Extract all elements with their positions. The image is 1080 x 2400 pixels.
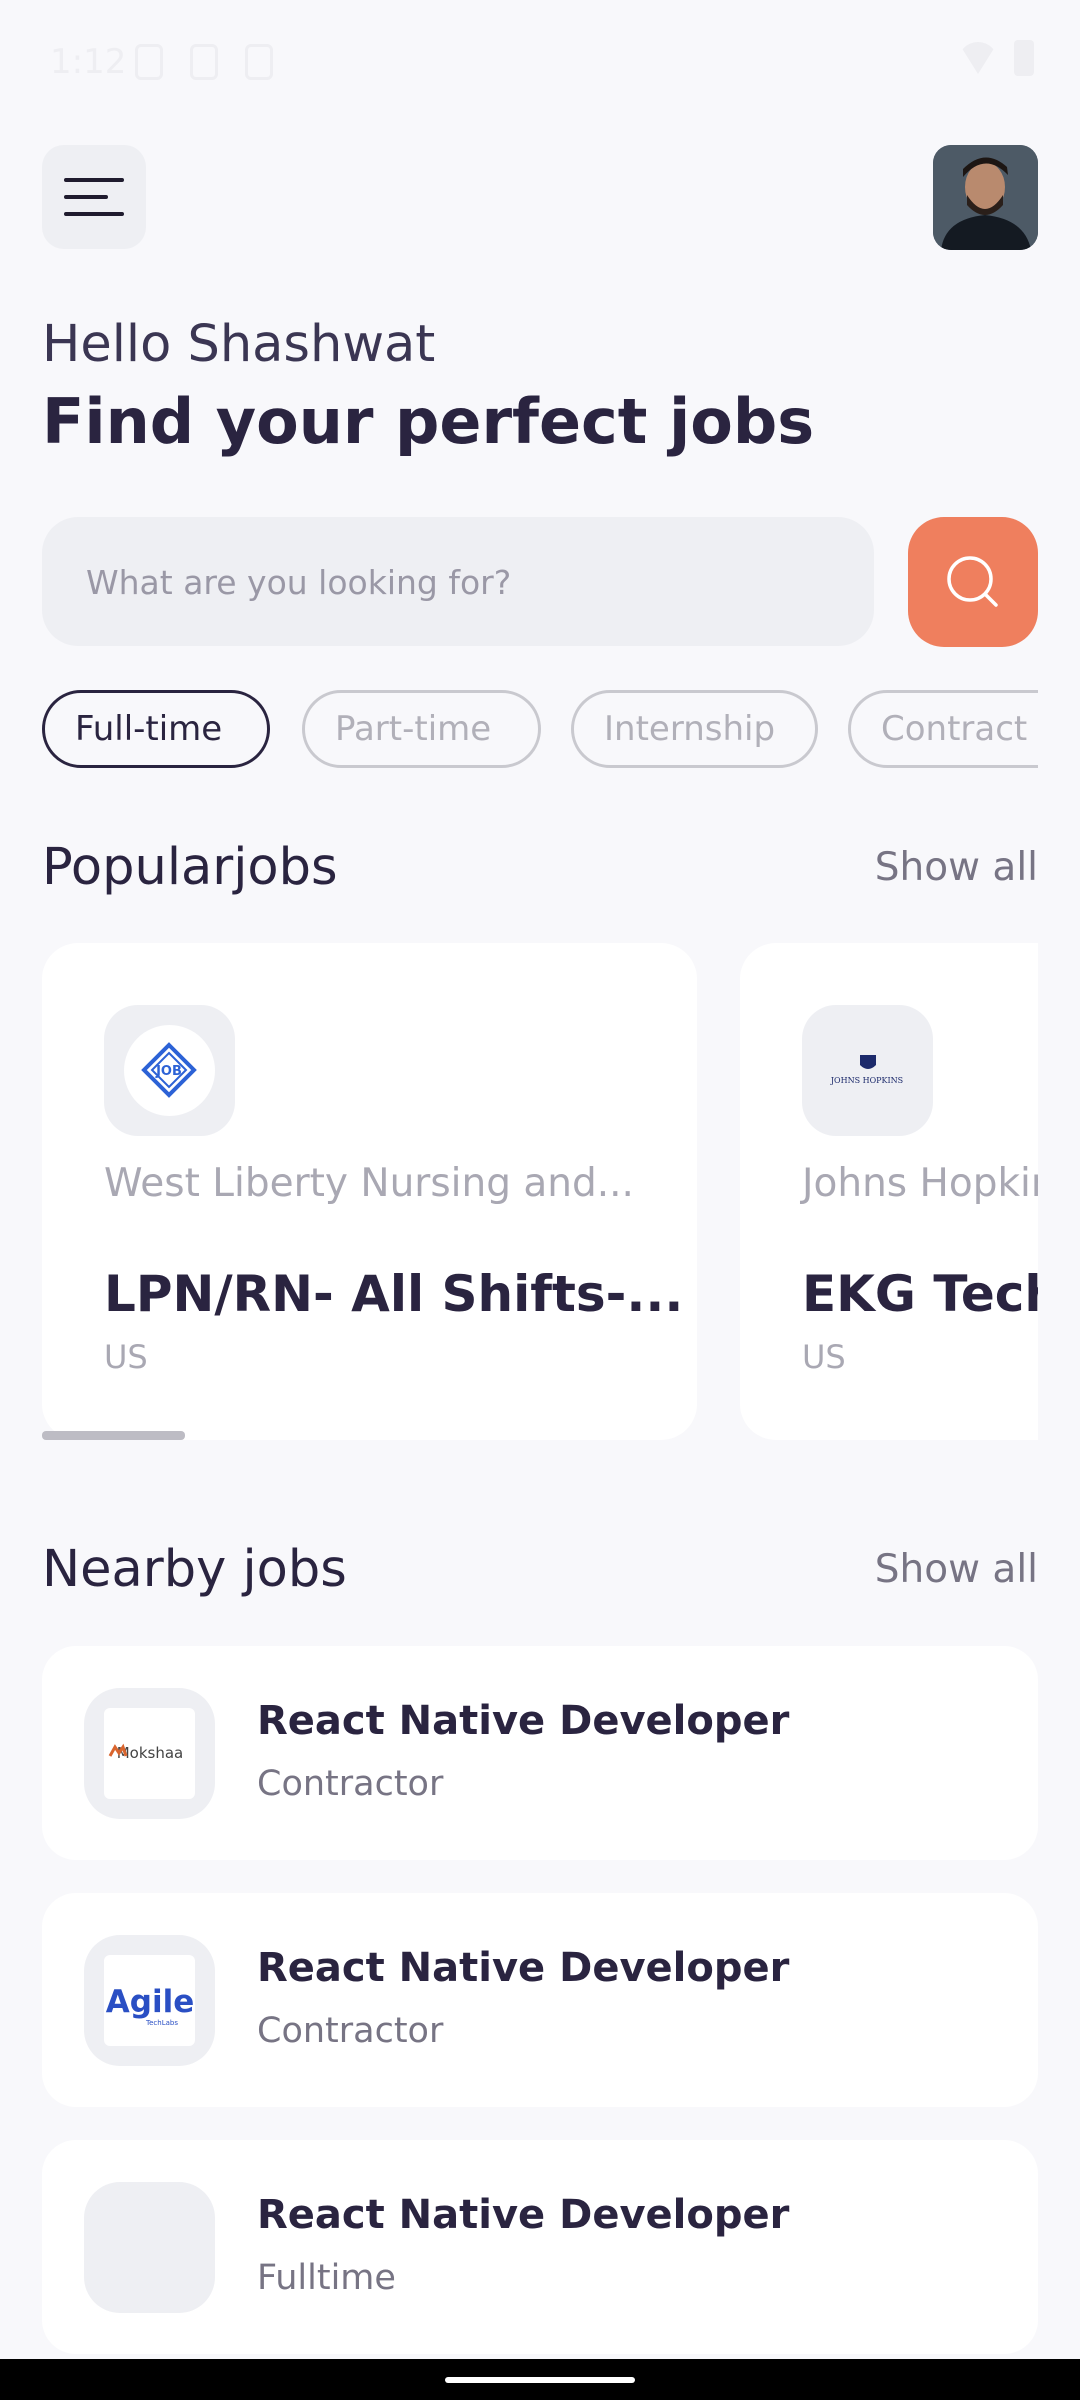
- job-location: US: [802, 1338, 846, 1376]
- filter-chip-internship[interactable]: Internship: [571, 690, 818, 768]
- company-logo: JOB: [104, 1005, 235, 1136]
- system-nav-bar: [0, 2359, 1080, 2400]
- notification-icon: [245, 44, 273, 80]
- menu-button[interactable]: [42, 145, 146, 249]
- logo-text: Mokshaa: [117, 1744, 184, 1762]
- job-company: West Liberty Nursing and...: [104, 1161, 634, 1206]
- shield-icon: JOHNS HOPKINS: [830, 1055, 903, 1085]
- status-bar: 1:12: [0, 0, 1080, 120]
- popular-job-card[interactable]: JOHNS HOPKINS Johns Hopkins EKG Technici…: [740, 943, 1038, 1440]
- company-logo: Mokshaa: [84, 1688, 215, 1819]
- logo-text: JOB: [155, 1064, 182, 1079]
- job-title: LPN/RN- All Shifts-...: [104, 1265, 684, 1323]
- menu-icon-line: [64, 195, 108, 199]
- filter-chip-full-time[interactable]: Full-time: [42, 690, 270, 768]
- nearby-job-card[interactable]: Agile TechLabs React Native Developer Co…: [42, 1893, 1038, 2107]
- job-company: Johns Hopkins: [802, 1161, 1038, 1206]
- search-button[interactable]: [908, 517, 1038, 647]
- notification-icon: [135, 44, 163, 80]
- job-type: Contractor: [257, 2011, 444, 2051]
- menu-icon: [64, 178, 124, 182]
- home-gesture-handle[interactable]: [445, 2377, 635, 2383]
- logo-subtext: TechLabs: [145, 2019, 178, 2027]
- popular-jobs-carousel[interactable]: JOB West Liberty Nursing and... LPN/RN- …: [42, 943, 1038, 1443]
- nearby-job-card[interactable]: Mokshaa React Native Developer Contracto…: [42, 1646, 1038, 1860]
- search-icon: [947, 556, 998, 607]
- job-logo-icon: JOB: [141, 1042, 197, 1098]
- search-field[interactable]: [42, 517, 874, 648]
- nearby-jobs-title: Nearby jobs: [42, 1540, 347, 1599]
- job-title: React Native Developer: [257, 2192, 790, 2238]
- page-title: Find your perfect jobs: [42, 385, 815, 458]
- filter-chip-part-time[interactable]: Part-time: [302, 690, 541, 768]
- nearby-show-all-link[interactable]: Show all: [875, 1547, 1038, 1592]
- company-logo: [84, 2182, 215, 2313]
- status-time: 1:12: [50, 42, 127, 82]
- avatar[interactable]: [933, 145, 1038, 250]
- greeting: Hello Shashwat: [42, 315, 436, 374]
- notification-icon: [190, 44, 218, 80]
- job-type: Fulltime: [257, 2258, 396, 2298]
- popular-show-all-link[interactable]: Show all: [875, 845, 1038, 890]
- profile-photo: [933, 145, 1038, 250]
- nearby-job-card[interactable]: React Native Developer Fulltime: [42, 2140, 1038, 2354]
- wifi-icon: [958, 42, 998, 74]
- company-logo: Agile TechLabs: [84, 1935, 215, 2066]
- popular-jobs-title: Popularjobs: [42, 838, 338, 897]
- job-type-filters: Full-time Part-time Internship Contract: [42, 690, 1038, 774]
- job-title: React Native Developer: [257, 1698, 790, 1744]
- filter-chip-contract[interactable]: Contract: [848, 690, 1038, 768]
- job-location: US: [104, 1338, 148, 1376]
- company-logo: JOHNS HOPKINS: [802, 1005, 933, 1136]
- logo-graphic: Mokshaa: [108, 1743, 184, 1762]
- logo-text: JOHNS HOPKINS: [830, 1076, 903, 1085]
- logo-graphic: Agile TechLabs: [106, 1984, 194, 2027]
- menu-icon-line: [64, 212, 124, 216]
- job-type: Contractor: [257, 1764, 444, 1804]
- search-input[interactable]: [84, 517, 848, 648]
- battery-icon: [1014, 40, 1034, 76]
- logo-text: Agile: [106, 1984, 194, 2020]
- company-logo-image: Agile TechLabs: [104, 1955, 195, 2046]
- carousel-scroll-indicator: [42, 1431, 185, 1440]
- job-title: React Native Developer: [257, 1945, 790, 1991]
- job-title: EKG Technician: [802, 1265, 1038, 1323]
- company-logo-image: Mokshaa: [104, 1708, 195, 1799]
- popular-job-card[interactable]: JOB West Liberty Nursing and... LPN/RN- …: [42, 943, 697, 1440]
